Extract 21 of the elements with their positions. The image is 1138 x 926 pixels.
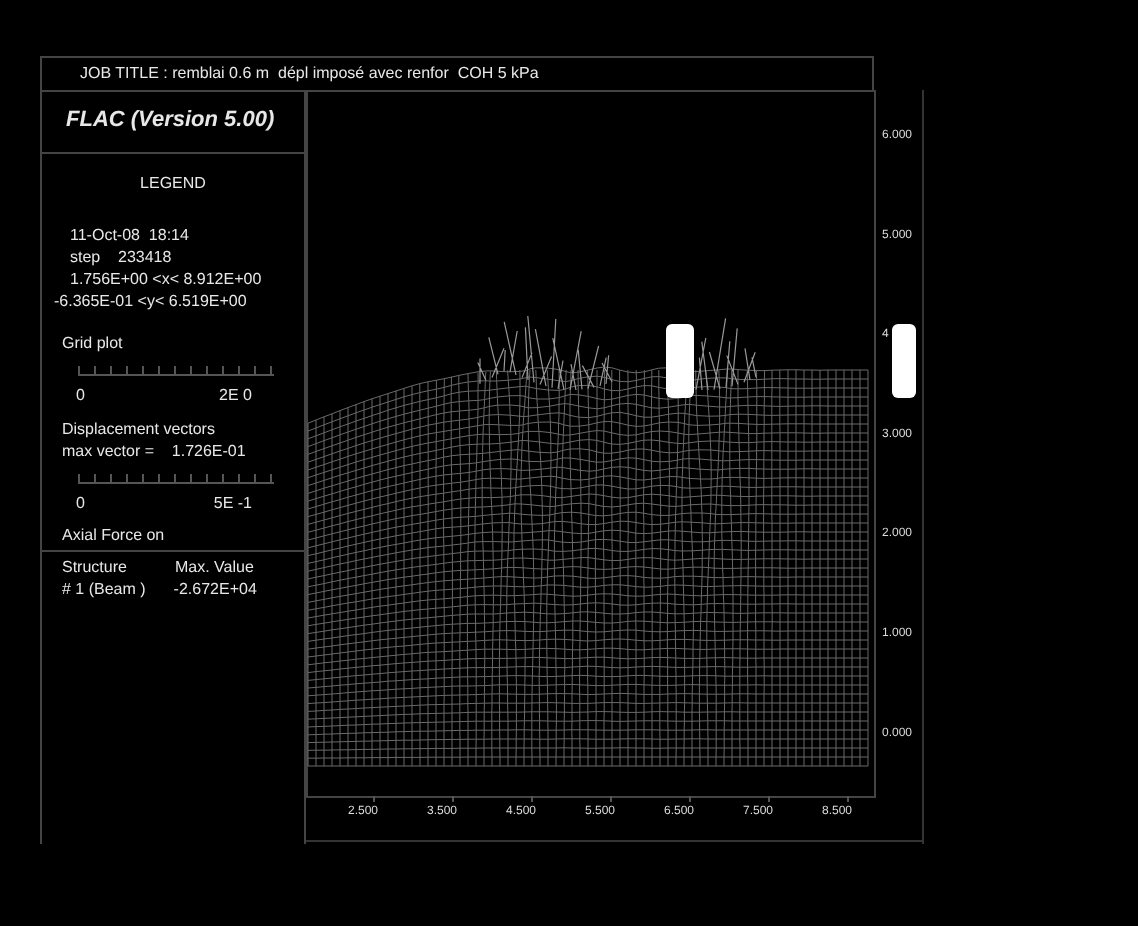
table-header: Structure xyxy=(62,556,127,578)
scale-label: 2E 0 xyxy=(219,384,252,406)
legend-label: Axial Force on xyxy=(62,526,165,544)
scale-label: 5E -1 xyxy=(213,492,252,514)
job-title: JOB TITLE : remblai 0.6 m dépl imposé avec renfor COH 5 kPa xyxy=(80,64,539,82)
program-title: FLAC (Version 5.00) xyxy=(66,108,275,132)
beam-marker xyxy=(892,324,916,398)
beam-marker xyxy=(666,324,694,398)
table-header: Max. Value xyxy=(174,556,254,578)
legend-text: max vector = 1.726E-01 xyxy=(62,442,246,460)
legend-text: step 233418 xyxy=(70,248,172,266)
table-cell: -2.672E+04 xyxy=(173,578,257,600)
legend-text: -6.365E-01 <y< 6.519E+00 xyxy=(54,292,247,310)
legend-label: Grid plot xyxy=(62,334,123,352)
scale-label: 0 xyxy=(76,384,85,406)
scale-label: 0 xyxy=(76,492,85,514)
table-cell: # 1 (Beam ) xyxy=(62,578,146,600)
legend-label: Displacement vectors xyxy=(62,420,215,438)
legend-text: 1.756E+00 <x< 8.912E+00 xyxy=(70,270,262,288)
legend-text: 11-Oct-08 18:14 xyxy=(70,226,189,244)
legend-title: LEGEND xyxy=(140,174,206,192)
